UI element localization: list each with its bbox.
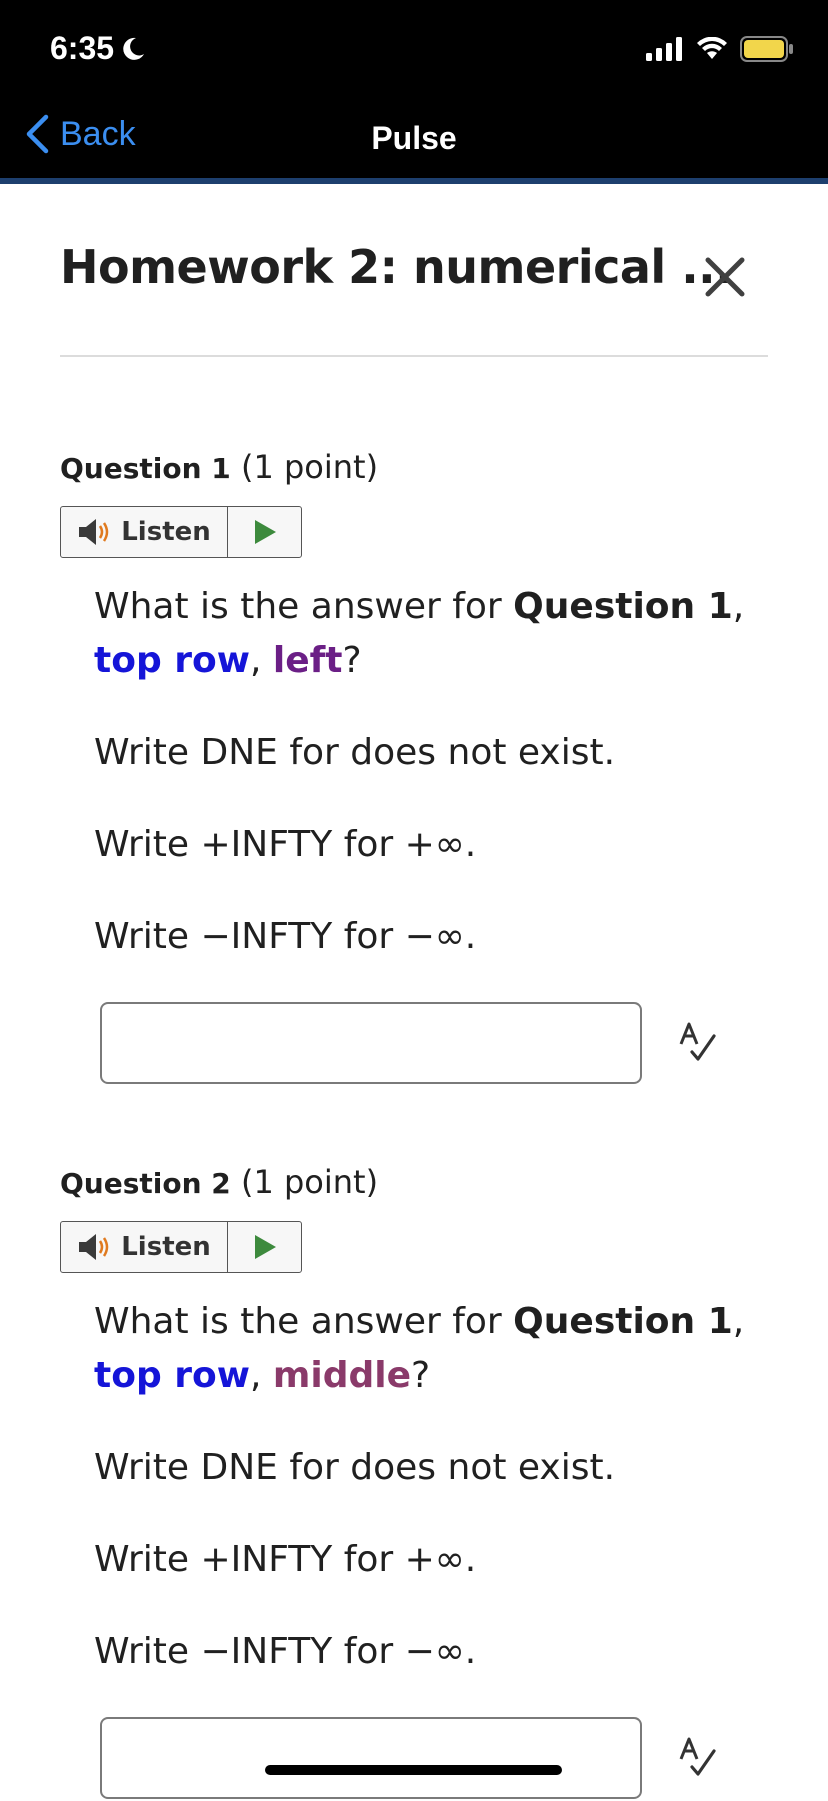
listen-widget: Listen: [60, 1221, 302, 1273]
answer-row: [100, 1002, 768, 1086]
question-prompt: What is the answer for Question 1, top r…: [94, 1295, 768, 1403]
close-icon: [705, 257, 745, 297]
prompt-separator: ,: [732, 586, 745, 627]
answer-input[interactable]: [100, 1717, 642, 1799]
hint-neg-infinity: Write −INFTY for −∞.: [94, 916, 477, 957]
battery-icon: [740, 36, 793, 62]
question-body: What is the answer for Question 1, top r…: [94, 580, 768, 964]
prompt-column: left: [272, 640, 343, 681]
answer-input[interactable]: [100, 1002, 642, 1084]
prompt-separator: ,: [732, 1301, 745, 1342]
question-label: Question 2: [60, 1167, 231, 1200]
nav-bar: Back Pulse: [0, 96, 828, 184]
spellcheck-icon[interactable]: [678, 1022, 718, 1062]
play-icon: [254, 520, 276, 544]
play-button[interactable]: [228, 507, 301, 557]
moon-icon: [123, 37, 145, 60]
hint-pos-infinity: Write +INFTY for +∞.: [94, 824, 477, 865]
prompt-column: middle: [272, 1355, 412, 1396]
question-prompt: What is the answer for Question 1, top r…: [94, 580, 768, 688]
prompt-end: ?: [342, 640, 362, 681]
question-points: (1 point): [240, 1163, 379, 1201]
hint-dne: Write DNE for does not exist.: [94, 1447, 616, 1488]
question-label: Question 1: [60, 452, 231, 485]
page-title: Homework 2: numerical ...: [60, 240, 733, 294]
question-heading: Question 1 (1 point): [60, 448, 768, 486]
home-indicator: [265, 1765, 562, 1775]
listen-label: Listen: [121, 1232, 211, 1262]
listen-widget: Listen: [60, 506, 302, 558]
page-header: Homework 2: numerical ...: [60, 240, 768, 297]
prompt-separator: ,: [250, 1355, 273, 1396]
question-2: Question 2 (1 point) Listen What is the …: [60, 1163, 768, 1801]
hint-pos-infinity: Write +INFTY for +∞.: [94, 1539, 477, 1580]
nav-title: Pulse: [371, 120, 457, 156]
answer-row: [100, 1717, 768, 1801]
signal-icon: [646, 37, 682, 61]
question-body: What is the answer for Question 1, top r…: [94, 1295, 768, 1679]
prompt-text: What is the answer for: [94, 586, 514, 627]
listen-label: Listen: [121, 517, 211, 547]
wifi-icon: [697, 37, 727, 59]
prompt-separator: ,: [250, 640, 273, 681]
prompt-end: ?: [411, 1355, 431, 1396]
question-heading: Question 2 (1 point): [60, 1163, 768, 1201]
status-indicators: [646, 36, 794, 62]
prompt-question-ref: Question 1: [513, 1301, 733, 1342]
question-1: Question 1 (1 point) Listen What is the …: [60, 448, 768, 1086]
status-bar: 6:35: [0, 0, 828, 96]
spellcheck-icon[interactable]: [678, 1737, 718, 1777]
prompt-question-ref: Question 1: [513, 586, 733, 627]
status-time: 6:35: [50, 30, 146, 67]
prompt-row: top row: [94, 640, 250, 681]
play-button[interactable]: [228, 1222, 301, 1272]
hint-neg-infinity: Write −INFTY for −∞.: [94, 1631, 477, 1672]
speaker-icon: [79, 519, 109, 545]
question-points: (1 point): [240, 448, 379, 486]
status-time-text: 6:35: [50, 30, 115, 66]
listen-button[interactable]: Listen: [61, 507, 228, 557]
play-icon: [254, 1235, 276, 1259]
prompt-row: top row: [94, 1355, 250, 1396]
hint-dne: Write DNE for does not exist.: [94, 732, 616, 773]
header-divider: [60, 355, 768, 357]
listen-button[interactable]: Listen: [61, 1222, 228, 1272]
prompt-text: What is the answer for: [94, 1301, 514, 1342]
speaker-icon: [79, 1234, 109, 1260]
close-button[interactable]: [702, 254, 748, 300]
